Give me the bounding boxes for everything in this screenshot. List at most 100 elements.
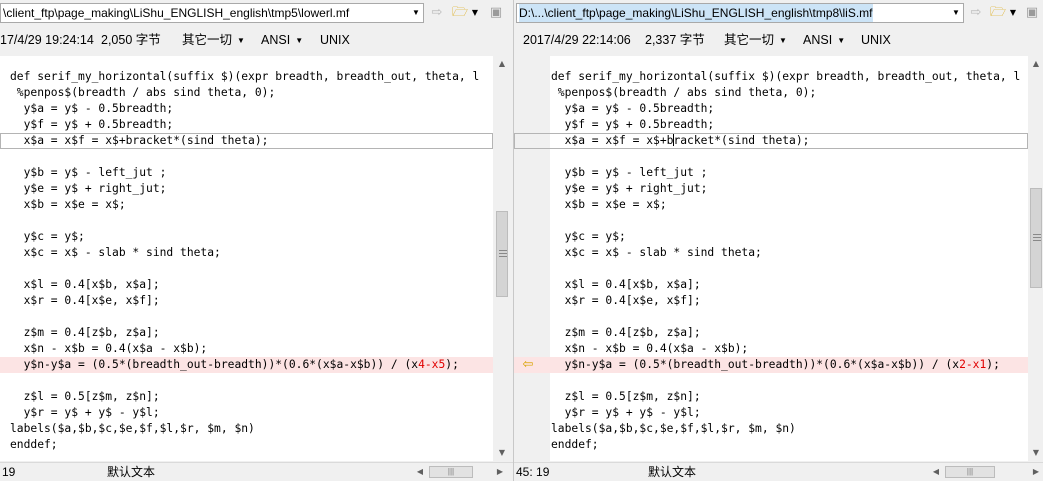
left-filter-select[interactable]: 其它一切 ▼ (182, 27, 245, 54)
chevron-down-icon: ▼ (779, 36, 787, 45)
code-line: labels($a,$b,$c,$e,$f,$l,$r, $m, $n) (551, 422, 796, 435)
scroll-up-icon[interactable]: ▲ (1028, 56, 1043, 72)
folder-open-icon[interactable]: 🗁 (988, 4, 1008, 22)
code-line: y$a = y$ - 0.5breadth; (10, 102, 174, 115)
scroll-right-icon[interactable]: ▶ (493, 465, 507, 479)
code-line: z$l = 0.5[z$m, z$n]; (551, 390, 701, 403)
code-line: y$e = y$ + right_jut; (551, 182, 708, 195)
save-icon[interactable]: ▣ (486, 4, 506, 22)
code-line: y$c = y$; (10, 230, 85, 243)
current-code-line: x$a = x$f = x$+bracket*(sind theta); (514, 133, 1028, 149)
save-icon[interactable]: ▣ (1022, 4, 1042, 22)
left-cursor-position: 19 (2, 465, 16, 479)
right-file-datetime: 2017/4/29 22:14:06 (523, 33, 631, 47)
right-file-path: D:\...\client_ftp\page_making\LiShu_ENGL… (519, 4, 873, 22)
left-scroll-thumb[interactable] (496, 211, 508, 297)
code-line: y$b = y$ - left_jut ; (551, 166, 708, 179)
right-file-path-combo[interactable]: D:\...\client_ftp\page_making\LiShu_ENGL… (516, 3, 964, 23)
scroll-down-icon[interactable]: ▼ (1028, 445, 1043, 461)
code-line: y$f = y$ + 0.5breadth; (10, 118, 174, 131)
right-path-bar: D:\...\client_ftp\page_making\LiShu_ENGL… (514, 2, 1043, 24)
left-vertical-scrollbar[interactable]: ▲ ▼ (494, 56, 510, 461)
copy-arrow-icon[interactable]: ⇨ (427, 4, 447, 22)
left-charset-select[interactable]: ANSI ▼ (261, 27, 303, 54)
diff-text: 4-x5 (418, 358, 446, 371)
chevron-down-icon[interactable]: ▼ (949, 4, 963, 22)
left-status-bar: 19 默认文本 ◀ ||| ▶ (0, 462, 513, 481)
code-line: y$r = y$ + y$ - y$l; (10, 406, 160, 419)
code-line: y$e = y$ + right_jut; (10, 182, 167, 195)
code-line: z$m = 0.4[z$b, z$a]; (10, 326, 160, 339)
code-line: x$c = x$ - slab * sind theta; (10, 246, 221, 259)
copy-to-left-arrow-icon[interactable]: ⇦ (520, 358, 536, 372)
code-line: enddef; (551, 438, 599, 451)
right-hscroll-thumb[interactable]: ||| (945, 466, 995, 478)
left-file-size: 2,050 字节 (101, 33, 161, 47)
copy-arrow-icon[interactable]: ⇨ (966, 4, 986, 22)
left-eol-label: UNIX (320, 33, 350, 47)
left-path-bar: \client_ftp\page_making\LiShu_ENGLISH_en… (0, 2, 513, 24)
scroll-right-icon[interactable]: ▶ (1029, 465, 1043, 479)
chevron-down-icon: ▼ (837, 36, 846, 45)
left-compare-pane: \client_ftp\page_making\LiShu_ENGLISH_en… (0, 0, 513, 481)
right-cursor-position: 45: 19 (516, 465, 550, 479)
code-line: def serif_my_horizontal(suffix $)(expr b… (551, 70, 1021, 83)
code-line: y$a = y$ - 0.5breadth; (551, 102, 715, 115)
scroll-left-icon[interactable]: ◀ (929, 465, 943, 479)
scroll-left-icon[interactable]: ◀ (413, 465, 427, 479)
left-file-path-combo[interactable]: \client_ftp\page_making\LiShu_ENGLISH_en… (0, 3, 424, 23)
right-file-size: 2,337 字节 (645, 33, 705, 47)
code-line: x$b = x$e = x$; (551, 198, 667, 211)
right-eol-label: UNIX (861, 33, 891, 47)
left-file-datetime: 17/4/29 19:24:14 (0, 33, 94, 47)
left-horizontal-scrollbar[interactable]: ◀ ||| ▶ (413, 465, 507, 479)
code-line: y$r = y$ + y$ - y$l; (551, 406, 701, 419)
chevron-down-icon[interactable]: ▼ (409, 4, 423, 22)
right-filter-select[interactable]: 其它一切 ▼ (724, 27, 787, 54)
left-file-info-bar: 17/4/29 19:24:14 2,050 字节 其它一切 ▼ ANSI ▼ UN… (0, 27, 513, 53)
right-charset-select[interactable]: ANSI ▼ (803, 27, 845, 54)
scroll-up-icon[interactable]: ▲ (494, 56, 510, 72)
code-line: %penpos$(breadth / abs sind theta, 0); (10, 86, 276, 99)
code-line: y$b = y$ - left_jut ; (10, 166, 167, 179)
right-file-info-bar: 2017/4/29 22:14:06 2,337 字节 其它一切 ▼ ANSI ▼ … (514, 27, 1043, 53)
code-line: x$r = 0.4[x$e, x$f]; (10, 294, 160, 307)
left-hscroll-thumb[interactable]: ||| (429, 466, 473, 478)
left-text-editor[interactable]: def serif_my_horizontal(suffix $)(expr b… (0, 56, 493, 461)
folder-open-icon[interactable]: 🗁 (450, 4, 470, 22)
code-line: def serif_my_horizontal(suffix $)(expr b… (10, 70, 480, 83)
chevron-down-icon[interactable]: ▼ (470, 4, 480, 22)
chevron-down-icon: ▼ (295, 36, 304, 45)
diff-code-line: y$n-y$a = (0.5*(breadth_out-breadth))*(0… (514, 357, 1028, 373)
right-vertical-scrollbar[interactable]: ▲ ▼ (1028, 56, 1043, 461)
code-line: %penpos$(breadth / abs sind theta, 0); (551, 86, 817, 99)
code-line: x$n - x$b = 0.4(x$a - x$b); (551, 342, 749, 355)
left-file-path: \client_ftp\page_making\LiShu_ENGLISH_en… (3, 6, 350, 20)
chevron-down-icon: ▼ (237, 36, 245, 45)
right-text-editor[interactable]: def serif_my_horizontal(suffix $)(expr b… (514, 56, 1028, 461)
right-compare-pane: D:\...\client_ftp\page_making\LiShu_ENGL… (513, 0, 1043, 481)
right-scroll-thumb[interactable] (1030, 188, 1042, 288)
code-line: labels($a,$b,$c,$e,$f,$l,$r, $m, $n) (10, 422, 255, 435)
current-code-line: x$a = x$f = x$+bracket*(sind theta); (0, 133, 493, 149)
code-line: x$r = 0.4[x$e, x$f]; (551, 294, 701, 307)
code-line: x$n - x$b = 0.4(x$a - x$b); (10, 342, 208, 355)
diff-text: 2-x1 (959, 358, 987, 371)
code-line: x$l = 0.4[x$b, x$a]; (10, 278, 160, 291)
right-encoding-label: 默认文本 (648, 465, 697, 479)
scroll-down-icon[interactable]: ▼ (494, 445, 510, 461)
code-line: z$l = 0.5[z$m, z$n]; (10, 390, 160, 403)
code-line: z$m = 0.4[z$b, z$a]; (551, 326, 701, 339)
right-status-bar: 45: 19 默认文本 ◀ ||| ▶ (514, 462, 1043, 481)
chevron-down-icon[interactable]: ▼ (1008, 4, 1018, 22)
right-horizontal-scrollbar[interactable]: ◀ ||| ▶ (929, 465, 1043, 479)
